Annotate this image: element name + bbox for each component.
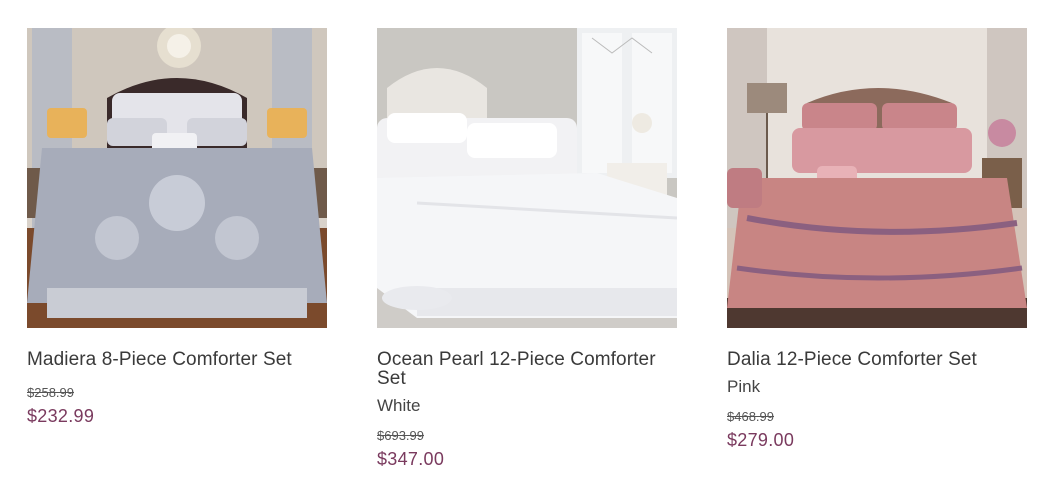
product-variant: Pink (727, 377, 761, 396)
product-name[interactable]: Madiera 8-Piece Comforter Set (27, 350, 328, 369)
sale-price: $347.00 (377, 449, 445, 469)
product-name[interactable]: Dalia 12-Piece Comforter Set (727, 350, 1028, 369)
bed-product-photo-white (377, 28, 677, 328)
original-price: $258.99 (27, 385, 74, 400)
sale-price: $232.99 (27, 406, 95, 426)
product-image-link[interactable] (27, 28, 327, 328)
product-card[interactable]: Dalia 12-Piece Comforter Set Pink $468.9… (727, 28, 1028, 451)
original-price: $468.99 (727, 409, 774, 424)
original-price: $693.99 (377, 428, 424, 443)
product-image-link[interactable] (377, 28, 677, 328)
product-variant: White (377, 396, 421, 415)
product-image-link[interactable] (727, 28, 1027, 328)
product-card[interactable]: Madiera 8-Piece Comforter Set $258.99 $2… (27, 28, 328, 427)
bed-product-photo-gray (27, 28, 327, 328)
product-name[interactable]: Ocean Pearl 12-Piece Comforter Set (377, 350, 678, 388)
sale-price: $279.00 (727, 430, 795, 450)
bed-product-photo-pink (727, 28, 1027, 328)
product-card[interactable]: Ocean Pearl 12-Piece Comforter Set White… (377, 28, 678, 470)
